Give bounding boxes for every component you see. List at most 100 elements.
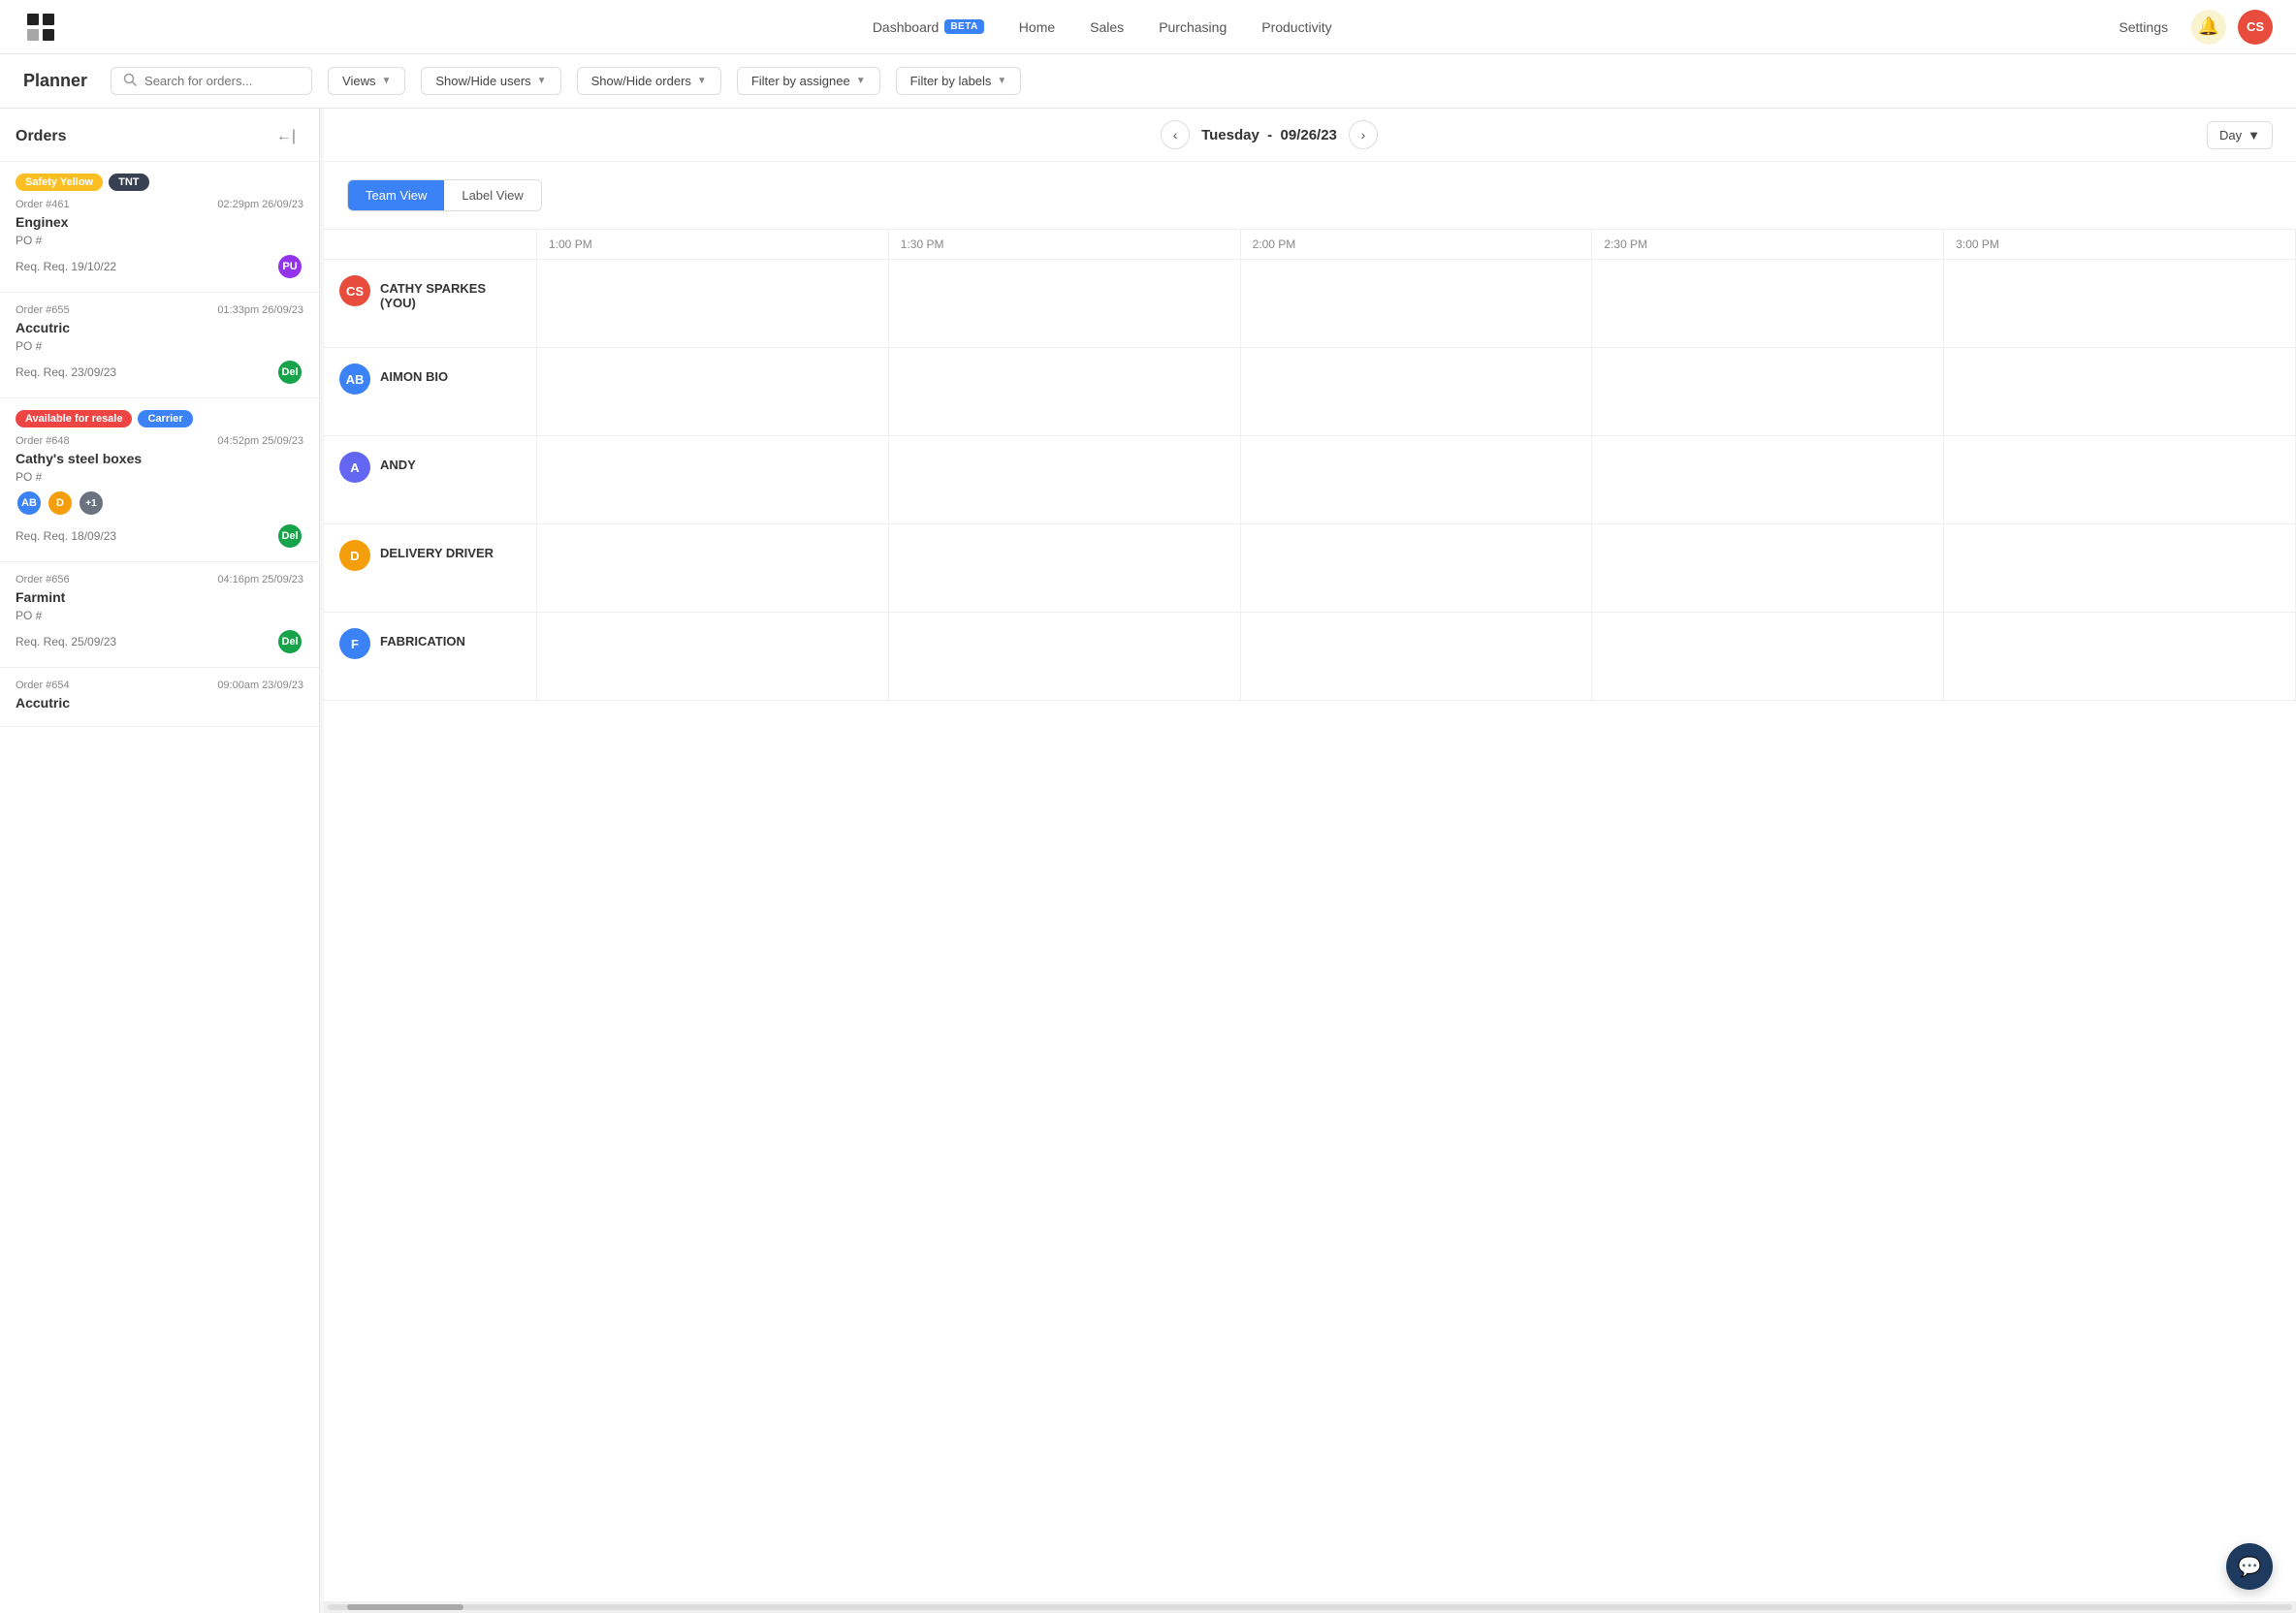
calendar-toolbar: ‹ Tuesday - 09/26/23 › Day ▼ bbox=[324, 109, 2296, 162]
list-item[interactable]: Order #655 01:33pm 26/09/23 Accutric PO … bbox=[0, 293, 319, 398]
collapse-sidebar-button[interactable]: ←| bbox=[269, 124, 303, 149]
list-item[interactable]: Order #654 09:00am 23/09/23 Accutric bbox=[0, 668, 319, 727]
time-cell[interactable] bbox=[1592, 524, 1944, 612]
time-cell[interactable] bbox=[1592, 260, 1944, 347]
time-cell[interactable] bbox=[537, 348, 889, 435]
time-cell[interactable] bbox=[1944, 260, 2296, 347]
calendar-nav: ‹ Tuesday - 09/26/23 › bbox=[347, 120, 2191, 149]
time-cell[interactable] bbox=[1592, 348, 1944, 435]
chat-button[interactable]: 💬 bbox=[2226, 1543, 2273, 1590]
time-cell[interactable] bbox=[1241, 613, 1593, 700]
nav-purchasing-label: Purchasing bbox=[1159, 19, 1227, 35]
notification-button[interactable]: 🔔 bbox=[2191, 10, 2226, 45]
order-meta: Order #654 09:00am 23/09/23 bbox=[16, 680, 303, 691]
time-cell[interactable] bbox=[1592, 436, 1944, 523]
user-name: FABRICATION bbox=[380, 628, 465, 648]
time-cell[interactable] bbox=[537, 260, 889, 347]
chevron-down-icon: ▼ bbox=[697, 76, 707, 86]
time-cell[interactable] bbox=[1241, 436, 1593, 523]
tag-available-for-resale: Available for resale bbox=[16, 410, 132, 427]
time-slot-1: 1:00 PM bbox=[537, 230, 889, 259]
prev-day-button[interactable]: ‹ bbox=[1161, 120, 1190, 149]
next-day-button[interactable]: › bbox=[1349, 120, 1378, 149]
order-po: PO # bbox=[16, 470, 303, 484]
time-cell[interactable] bbox=[1944, 348, 2296, 435]
search-box[interactable] bbox=[111, 67, 312, 95]
time-cell[interactable] bbox=[1241, 348, 1593, 435]
user-info: D DELIVERY DRIVER bbox=[324, 524, 537, 612]
horizontal-scrollbar[interactable] bbox=[324, 1601, 2296, 1613]
logo[interactable] bbox=[23, 10, 58, 45]
nav-sales-label: Sales bbox=[1090, 19, 1124, 35]
order-date: 04:16pm 25/09/23 bbox=[217, 574, 303, 585]
list-item[interactable]: Order #656 04:16pm 25/09/23 Farmint PO #… bbox=[0, 562, 319, 668]
show-hide-orders-button[interactable]: Show/Hide orders ▼ bbox=[577, 67, 721, 95]
avatar: PU bbox=[276, 253, 303, 280]
user-calendar[interactable] bbox=[537, 613, 2296, 700]
chevron-down-icon: ▼ bbox=[997, 76, 1006, 86]
time-cell[interactable] bbox=[1944, 524, 2296, 612]
filter-assignee-button[interactable]: Filter by assignee ▼ bbox=[737, 67, 880, 95]
time-cell[interactable] bbox=[1592, 613, 1944, 700]
order-meta: Order #655 01:33pm 26/09/23 bbox=[16, 304, 303, 316]
main-layout: Orders ←| Safety Yellow TNT Order #461 0… bbox=[0, 109, 2296, 1613]
views-filter-button[interactable]: Views ▼ bbox=[328, 67, 405, 95]
search-icon bbox=[123, 73, 137, 89]
user-row: D DELIVERY DRIVER bbox=[324, 524, 2296, 613]
user-calendar[interactable] bbox=[537, 348, 2296, 435]
time-cell[interactable] bbox=[889, 613, 1241, 700]
tab-label-view[interactable]: Label View bbox=[444, 180, 540, 210]
time-cell[interactable] bbox=[889, 436, 1241, 523]
views-filter-label: Views bbox=[342, 74, 375, 88]
view-tabs: Team View Label View bbox=[347, 179, 542, 211]
time-cell[interactable] bbox=[1944, 436, 2296, 523]
list-item[interactable]: Available for resale Carrier Order #648 … bbox=[0, 398, 319, 562]
nav-purchasing[interactable]: Purchasing bbox=[1143, 14, 1242, 41]
beta-badge: BETA bbox=[944, 19, 983, 34]
avatar-group: AB D +1 bbox=[16, 490, 105, 517]
sidebar-title: Orders bbox=[16, 128, 66, 145]
user-avatar: AB bbox=[339, 364, 370, 395]
nav-sales[interactable]: Sales bbox=[1074, 14, 1139, 41]
time-cell[interactable] bbox=[1944, 613, 2296, 700]
show-hide-users-button[interactable]: Show/Hide users ▼ bbox=[421, 67, 560, 95]
user-calendar[interactable] bbox=[537, 260, 2296, 347]
view-select-button[interactable]: Day ▼ bbox=[2207, 121, 2273, 149]
user-calendar[interactable] bbox=[537, 436, 2296, 523]
collapse-icon: ←| bbox=[276, 128, 296, 145]
view-select-label: Day bbox=[2219, 128, 2242, 142]
chevron-right-icon: › bbox=[1361, 127, 1366, 142]
scroll-track[interactable] bbox=[328, 1604, 2292, 1610]
scroll-thumb[interactable] bbox=[347, 1604, 463, 1610]
order-number: Order #648 bbox=[16, 435, 70, 447]
nav-productivity[interactable]: Productivity bbox=[1246, 14, 1347, 41]
user-calendar[interactable] bbox=[537, 524, 2296, 612]
filter-labels-button[interactable]: Filter by labels ▼ bbox=[896, 67, 1022, 95]
time-cell[interactable] bbox=[537, 524, 889, 612]
chevron-left-icon: ‹ bbox=[1173, 127, 1178, 142]
time-cell[interactable] bbox=[537, 613, 889, 700]
user-row: CS CATHY SPARKES (YOU) bbox=[324, 260, 2296, 348]
list-item[interactable]: Safety Yellow TNT Order #461 02:29pm 26/… bbox=[0, 162, 319, 293]
chevron-down-icon: ▼ bbox=[2248, 128, 2260, 142]
user-name: AIMON BIO bbox=[380, 364, 448, 384]
time-cell[interactable] bbox=[1241, 260, 1593, 347]
order-name: Accutric bbox=[16, 320, 303, 335]
time-cell[interactable] bbox=[1241, 524, 1593, 612]
search-input[interactable] bbox=[144, 74, 300, 88]
time-slot-3: 2:00 PM bbox=[1241, 230, 1593, 259]
time-cell[interactable] bbox=[537, 436, 889, 523]
tab-team-view[interactable]: Team View bbox=[348, 180, 444, 210]
nav-home[interactable]: Home bbox=[1004, 14, 1070, 41]
order-date: 01:33pm 26/09/23 bbox=[217, 304, 303, 316]
time-cell[interactable] bbox=[889, 348, 1241, 435]
time-cell[interactable] bbox=[889, 260, 1241, 347]
user-avatar-nav[interactable]: CS bbox=[2238, 10, 2273, 45]
time-slots-header: 1:00 PM 1:30 PM 2:00 PM 2:30 PM 3:00 PM bbox=[537, 230, 2296, 259]
time-cell[interactable] bbox=[889, 524, 1241, 612]
order-footer: AB D +1 bbox=[16, 490, 303, 517]
settings-link[interactable]: Settings bbox=[2107, 14, 2180, 41]
nav-dashboard[interactable]: Dashboard BETA bbox=[857, 14, 1000, 41]
nav-dashboard-label: Dashboard bbox=[873, 19, 940, 35]
chevron-down-icon: ▼ bbox=[537, 76, 547, 86]
